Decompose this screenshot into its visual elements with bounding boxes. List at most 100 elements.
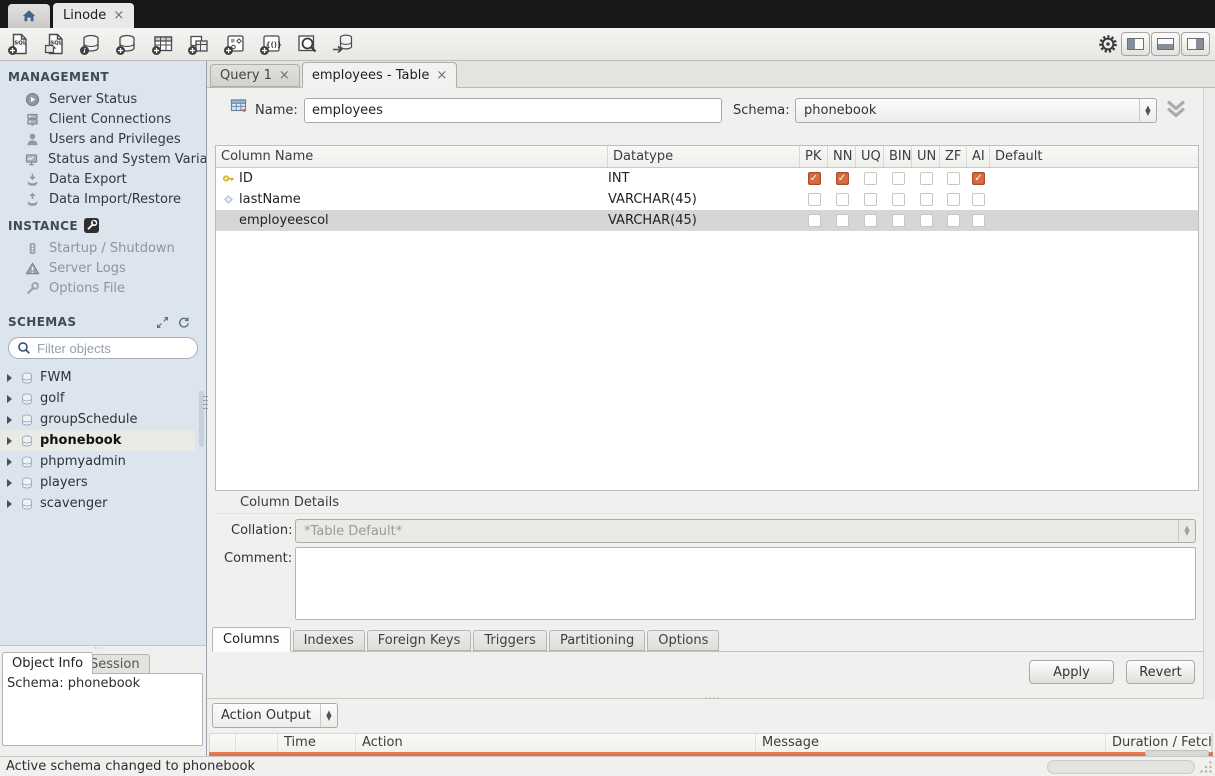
sidebar-item-status-and-system-variables[interactable]: Status and System Variables xyxy=(0,149,206,169)
refresh-icon[interactable] xyxy=(177,316,190,329)
un-checkbox[interactable] xyxy=(920,193,933,206)
schema-item-phonebook[interactable]: phonebook xyxy=(0,430,195,451)
collation-select[interactable]: *Table Default* ▲▼ xyxy=(295,519,1196,543)
splitter-grip[interactable]: ··· xyxy=(94,646,105,651)
schema-item-fwm[interactable]: FWM xyxy=(0,367,195,388)
home-tab[interactable] xyxy=(8,4,50,28)
create-function-icon[interactable]: {()} xyxy=(258,31,284,57)
nn-checkbox[interactable] xyxy=(836,193,849,206)
action-output-select[interactable]: Action Output ▲▼ xyxy=(212,703,338,728)
editor-tab-foreign-keys[interactable]: Foreign Keys xyxy=(367,630,472,651)
column-default xyxy=(990,189,1198,210)
editor-tab-partitioning[interactable]: Partitioning xyxy=(549,630,645,651)
un-checkbox[interactable] xyxy=(920,214,933,227)
expand-arrow-icon[interactable] xyxy=(7,500,12,508)
stepper-arrows-icon[interactable]: ▲▼ xyxy=(1139,99,1156,122)
close-icon[interactable]: × xyxy=(279,69,290,82)
nn-checkbox[interactable] xyxy=(836,214,849,227)
schema-select[interactable]: phonebook ▲▼ xyxy=(795,98,1157,123)
expand-arrow-icon[interactable] xyxy=(7,437,12,445)
schema-item-groupschedule[interactable]: groupSchedule xyxy=(0,409,195,430)
open-sql-script-icon[interactable]: SQL xyxy=(42,31,68,57)
expand-arrow-icon[interactable] xyxy=(7,458,12,466)
schema-item-players[interactable]: players xyxy=(0,472,195,493)
column-row-employeescol[interactable]: employeescolVARCHAR(45) xyxy=(216,210,1198,231)
splitter-grip[interactable]: ···· xyxy=(705,694,720,704)
sidebar-item-users-and-privileges[interactable]: Users and Privileges xyxy=(0,129,206,149)
schema-icon xyxy=(19,371,35,385)
sidebar-item-data-export[interactable]: Data Export xyxy=(0,169,206,189)
create-routine-icon[interactable] xyxy=(222,31,248,57)
stepper-arrows-icon[interactable]: ▲▼ xyxy=(320,704,337,727)
zf-checkbox[interactable] xyxy=(947,214,960,227)
create-table-icon[interactable] xyxy=(150,31,176,57)
tab-query-1[interactable]: Query 1 × xyxy=(210,64,300,87)
schema-item-golf[interactable]: golf xyxy=(0,388,195,409)
editor-tab-indexes[interactable]: Indexes xyxy=(293,630,365,651)
apply-button[interactable]: Apply xyxy=(1029,660,1114,684)
un-checkbox[interactable] xyxy=(920,172,933,185)
comment-textarea[interactable] xyxy=(296,548,1195,619)
collapse-header-chevron-icon[interactable] xyxy=(1164,98,1188,122)
editor-tab-bar: Query 1 × employees - Table × xyxy=(207,61,1215,88)
uq-checkbox[interactable] xyxy=(864,193,877,206)
zf-checkbox[interactable] xyxy=(947,172,960,185)
uq-checkbox[interactable] xyxy=(864,214,877,227)
data-migration-icon[interactable] xyxy=(330,31,356,57)
table-name-input[interactable] xyxy=(304,98,722,123)
toggle-right-panel-button[interactable] xyxy=(1181,32,1210,56)
revert-button[interactable]: Revert xyxy=(1126,660,1195,684)
uq-checkbox[interactable] xyxy=(864,172,877,185)
bin-checkbox[interactable] xyxy=(892,193,905,206)
management-section-title: MANAGEMENT xyxy=(0,61,206,89)
ai-checkbox[interactable] xyxy=(972,193,985,206)
columns-grid-header: Column NameDatatypePKNNUQBINUNZFAIDefaul… xyxy=(216,146,1198,168)
export-tray-icon xyxy=(24,172,40,187)
sidebar-item-options-file[interactable]: Options File xyxy=(0,278,206,298)
output-header-blank xyxy=(236,734,278,752)
ai-checkbox[interactable]: ✓ xyxy=(972,172,985,185)
sidebar-splitter-grip[interactable] xyxy=(203,396,208,409)
nn-checkbox[interactable]: ✓ xyxy=(836,172,849,185)
pk-checkbox[interactable] xyxy=(808,214,821,227)
column-row-id[interactable]: IDINT✓✓✓ xyxy=(216,168,1198,189)
expand-arrow-icon[interactable] xyxy=(7,395,12,403)
sidebar-item-startup-shutdown[interactable]: Startup / Shutdown xyxy=(0,238,206,258)
sidebar-item-client-connections[interactable]: Client Connections xyxy=(0,109,206,129)
bin-checkbox[interactable] xyxy=(892,214,905,227)
pk-checkbox[interactable]: ✓ xyxy=(808,172,821,185)
sidebar-item-server-status[interactable]: Server Status xyxy=(0,89,206,109)
bin-checkbox[interactable] xyxy=(892,172,905,185)
tab-employees-table[interactable]: employees - Table × xyxy=(302,62,457,88)
schema-filter-input[interactable] xyxy=(37,341,190,356)
close-icon[interactable]: × xyxy=(113,9,124,22)
sidebar-item-data-import-restore[interactable]: Data Import/Restore xyxy=(0,189,206,209)
expand-arrow-icon[interactable] xyxy=(7,374,12,382)
schema-inspector-icon[interactable]: i xyxy=(78,31,104,57)
tab-object-info[interactable]: Object Info xyxy=(2,652,93,674)
editor-tab-options[interactable]: Options xyxy=(647,630,719,651)
create-view-icon[interactable] xyxy=(186,31,212,57)
editor-tab-triggers[interactable]: Triggers xyxy=(473,630,547,651)
toggle-left-panel-button[interactable] xyxy=(1121,32,1150,56)
pk-checkbox[interactable] xyxy=(808,193,821,206)
search-objects-icon[interactable] xyxy=(294,31,320,57)
schema-item-scavenger[interactable]: scavenger xyxy=(0,493,195,514)
preferences-gear-icon[interactable] xyxy=(1097,33,1119,55)
connection-tab-linode[interactable]: Linode × xyxy=(53,3,134,28)
create-schema-icon[interactable] xyxy=(114,31,140,57)
editor-tab-columns[interactable]: Columns xyxy=(212,627,291,652)
sidebar-item-server-logs[interactable]: Server Logs xyxy=(0,258,206,278)
expand-icon[interactable] xyxy=(156,316,169,329)
status-scrollbar-thumb[interactable] xyxy=(1047,760,1195,774)
schema-item-phpmyadmin[interactable]: phpmyadmin xyxy=(0,451,195,472)
column-row-lastname[interactable]: lastNameVARCHAR(45) xyxy=(216,189,1198,210)
expand-arrow-icon[interactable] xyxy=(7,479,12,487)
new-sql-tab-icon[interactable]: SQL xyxy=(6,31,32,57)
zf-checkbox[interactable] xyxy=(947,193,960,206)
expand-arrow-icon[interactable] xyxy=(7,416,12,424)
close-icon[interactable]: × xyxy=(436,69,447,82)
toggle-bottom-panel-button[interactable] xyxy=(1151,32,1180,56)
resize-grip-icon[interactable] xyxy=(1199,760,1213,774)
ai-checkbox[interactable] xyxy=(972,214,985,227)
